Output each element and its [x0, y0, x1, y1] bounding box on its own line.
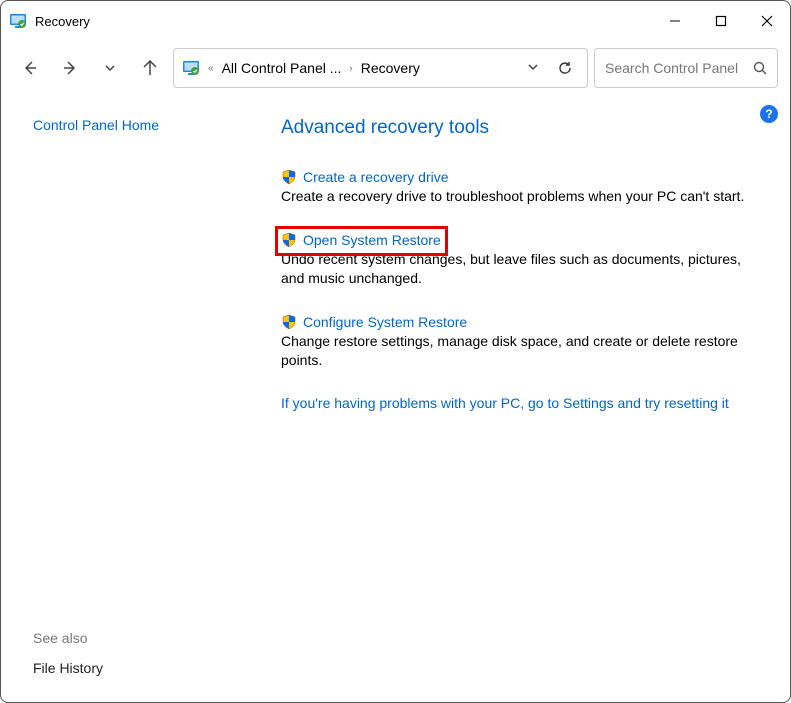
- refresh-button[interactable]: [551, 60, 579, 76]
- app-icon: [9, 12, 27, 30]
- breadcrumb-chevron-icon[interactable]: ›: [347, 63, 354, 74]
- main-content: ? Advanced recovery tools Create a recov…: [245, 95, 790, 702]
- back-button[interactable]: [13, 51, 47, 85]
- reset-pc-link[interactable]: If you're having problems with your PC, …: [281, 395, 729, 411]
- shield-icon: [281, 232, 297, 248]
- address-bar[interactable]: « All Control Panel ... › Recovery: [173, 48, 588, 88]
- address-dropdown[interactable]: [521, 60, 545, 76]
- search-input[interactable]: Search Control Panel: [594, 48, 778, 88]
- configure-system-restore-link[interactable]: Configure System Restore: [303, 314, 467, 330]
- address-icon: [182, 59, 200, 77]
- body: Control Panel Home See also File History…: [1, 95, 790, 702]
- breadcrumb-segment[interactable]: All Control Panel ...: [222, 60, 342, 76]
- forward-button[interactable]: [53, 51, 87, 85]
- up-button[interactable]: [133, 51, 167, 85]
- file-history-link[interactable]: File History: [33, 660, 227, 676]
- window-controls: [652, 1, 790, 41]
- maximize-button[interactable]: [698, 1, 744, 41]
- recovery-item-configure-restore: Configure System Restore Change restore …: [281, 314, 754, 370]
- shield-icon: [281, 314, 297, 330]
- navbar: « All Control Panel ... › Recovery Searc…: [1, 41, 790, 95]
- search-icon: [753, 61, 767, 75]
- item-description: Change restore settings, manage disk spa…: [281, 332, 754, 370]
- recent-locations-dropdown[interactable]: [93, 51, 127, 85]
- recovery-item-open-system-restore: Open System Restore Undo recent system c…: [281, 232, 754, 288]
- window: Recovery « All Con: [0, 0, 791, 703]
- breadcrumb-segment[interactable]: Recovery: [361, 60, 420, 76]
- titlebar: Recovery: [1, 1, 790, 41]
- sidebar: Control Panel Home See also File History: [1, 95, 245, 702]
- shield-icon: [281, 169, 297, 185]
- create-recovery-drive-link[interactable]: Create a recovery drive: [303, 169, 449, 185]
- search-placeholder: Search Control Panel: [605, 60, 738, 76]
- recovery-item-create-drive: Create a recovery drive Create a recover…: [281, 169, 754, 206]
- item-description: Create a recovery drive to troubleshoot …: [281, 187, 754, 206]
- minimize-button[interactable]: [652, 1, 698, 41]
- control-panel-home-link[interactable]: Control Panel Home: [33, 117, 227, 133]
- window-title: Recovery: [35, 14, 90, 29]
- help-icon[interactable]: ?: [760, 105, 778, 123]
- item-description: Undo recent system changes, but leave fi…: [281, 250, 754, 288]
- page-heading: Advanced recovery tools: [281, 117, 754, 139]
- see-also-label: See also: [33, 630, 227, 646]
- breadcrumb-guillemet-icon[interactable]: «: [206, 63, 216, 74]
- open-system-restore-link[interactable]: Open System Restore: [303, 232, 441, 248]
- close-button[interactable]: [744, 1, 790, 41]
